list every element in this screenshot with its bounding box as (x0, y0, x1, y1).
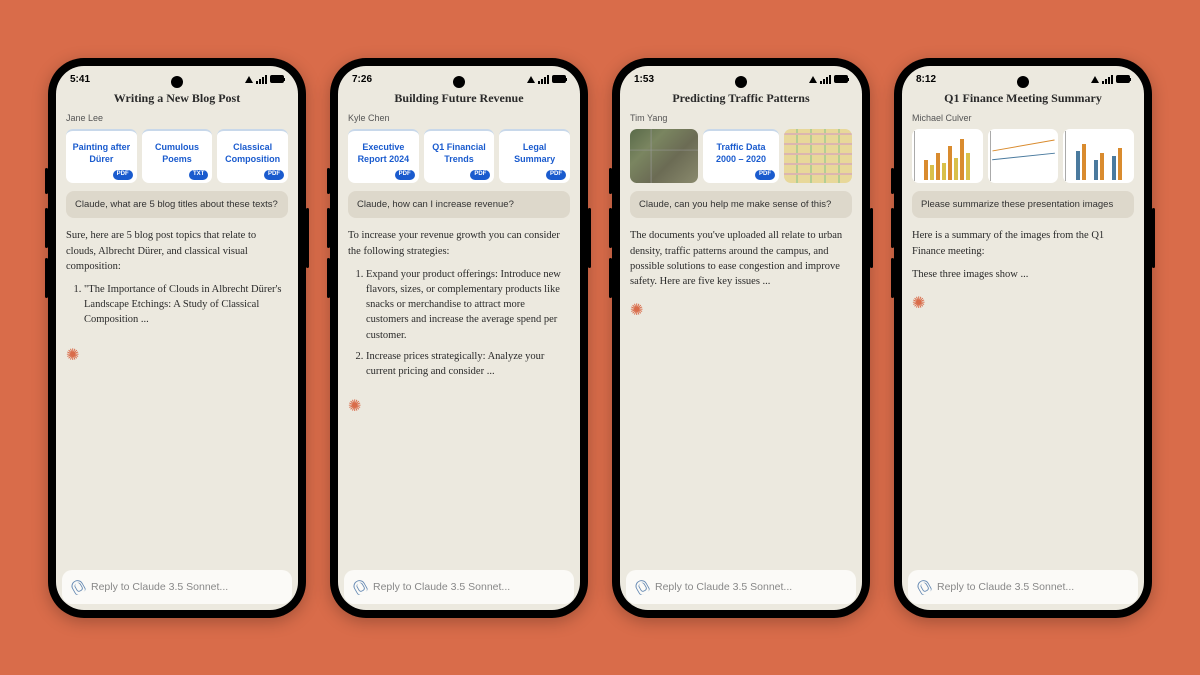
spark-icon: ✺ (66, 344, 79, 367)
status-icons (245, 75, 284, 84)
attachment-icon[interactable] (69, 577, 86, 595)
file-ext-badge: PDF (264, 170, 284, 180)
conversation-title: Q1 Finance Meeting Summary (902, 87, 1144, 112)
attachment-chip[interactable]: Classical CompositionPDF (217, 129, 288, 183)
reply-placeholder: Reply to Claude 3.5 Sonnet... (937, 581, 1074, 593)
assistant-response: To increase your revenue growth you can … (348, 228, 570, 379)
camera-cutout (735, 76, 747, 88)
attachment-image-chart-bar[interactable] (912, 129, 983, 183)
conversation-title: Predicting Traffic Patterns (620, 87, 862, 112)
user-prompt: Claude, can you help me make sense of th… (630, 191, 852, 219)
file-ext-badge: TXT (189, 170, 208, 180)
phone-mockup: 1:53 Predicting Traffic Patterns Tim Yan… (612, 58, 870, 618)
response-intro: To increase your revenue growth you can … (348, 228, 570, 258)
attachment-image-stickynotes[interactable] (784, 129, 852, 183)
username: Jane Lee (66, 112, 288, 125)
assistant-response: Sure, here are 5 blog post topics that r… (66, 228, 288, 327)
attachment-chip[interactable]: Painting after DürerPDF (66, 129, 137, 183)
attachment-chip[interactable]: Legal SummaryPDF (499, 129, 570, 183)
reply-input[interactable]: Reply to Claude 3.5 Sonnet... (626, 570, 856, 604)
attachment-chip[interactable]: Traffic Data 2000 – 2020PDF (703, 129, 779, 183)
reply-placeholder: Reply to Claude 3.5 Sonnet... (91, 581, 228, 593)
response-intro: The documents you've uploaded all relate… (630, 228, 852, 289)
response-intro: Here is a summary of the images from the… (912, 228, 1134, 258)
reply-input[interactable]: Reply to Claude 3.5 Sonnet... (344, 570, 574, 604)
camera-cutout (171, 76, 183, 88)
battery-icon (270, 75, 284, 83)
assistant-response: Here is a summary of the images from the… (912, 228, 1134, 282)
username: Michael Culver (912, 112, 1134, 125)
signal-icon (256, 75, 267, 84)
camera-cutout (453, 76, 465, 88)
reply-input[interactable]: Reply to Claude 3.5 Sonnet... (62, 570, 292, 604)
response-list-item: Increase prices strategically: Analyze y… (366, 349, 570, 379)
phone-mockup: 5:41 Writing a New Blog Post Jane Lee Pa… (48, 58, 306, 618)
spark-icon: ✺ (630, 299, 643, 322)
attachment-image-chart-grouped[interactable] (1063, 129, 1134, 183)
attachment-image-aerial[interactable] (630, 129, 698, 183)
conversation-title: Building Future Revenue (338, 87, 580, 112)
response-extra: These three images show ... (912, 267, 1134, 282)
reply-placeholder: Reply to Claude 3.5 Sonnet... (373, 581, 510, 593)
user-prompt: Claude, how can I increase revenue? (348, 191, 570, 219)
attachment-image-chart-line[interactable] (988, 129, 1059, 183)
file-ext-badge: PDF (113, 170, 133, 180)
phone-mockup: 8:12 Q1 Finance Meeting Summary Michael … (894, 58, 1152, 618)
reply-placeholder: Reply to Claude 3.5 Sonnet... (655, 581, 792, 593)
response-intro: Sure, here are 5 blog post topics that r… (66, 228, 288, 274)
status-time: 5:41 (70, 74, 90, 85)
status-time: 7:26 (352, 74, 372, 85)
status-time: 1:53 (634, 74, 654, 85)
reply-input[interactable]: Reply to Claude 3.5 Sonnet... (908, 570, 1138, 604)
attachment-chip[interactable]: Cumulous PoemsTXT (142, 129, 213, 183)
attachment-icon[interactable] (633, 577, 650, 595)
phone-mockup: 7:26 Building Future Revenue Kyle Chen E… (330, 58, 588, 618)
attachment-icon[interactable] (915, 577, 932, 595)
assistant-response: The documents you've uploaded all relate… (630, 228, 852, 289)
wifi-icon (245, 76, 253, 83)
response-list-item: "The Importance of Clouds in Albrecht Dü… (84, 282, 288, 328)
username: Tim Yang (630, 112, 852, 125)
status-time: 8:12 (916, 74, 936, 85)
attachment-row: Painting after DürerPDF Cumulous PoemsTX… (66, 129, 288, 183)
response-list-item: Expand your product offerings: Introduce… (366, 267, 570, 343)
user-prompt: Please summarize these presentation imag… (912, 191, 1134, 219)
attachment-chip[interactable]: Executive Report 2024PDF (348, 129, 419, 183)
user-prompt: Claude, what are 5 blog titles about the… (66, 191, 288, 219)
spark-icon: ✺ (912, 292, 925, 315)
username: Kyle Chen (348, 112, 570, 125)
attachment-chip[interactable]: Q1 Financial TrendsPDF (424, 129, 495, 183)
conversation-title: Writing a New Blog Post (56, 87, 298, 112)
spark-icon: ✺ (348, 395, 361, 418)
attachment-icon[interactable] (351, 577, 368, 595)
camera-cutout (1017, 76, 1029, 88)
